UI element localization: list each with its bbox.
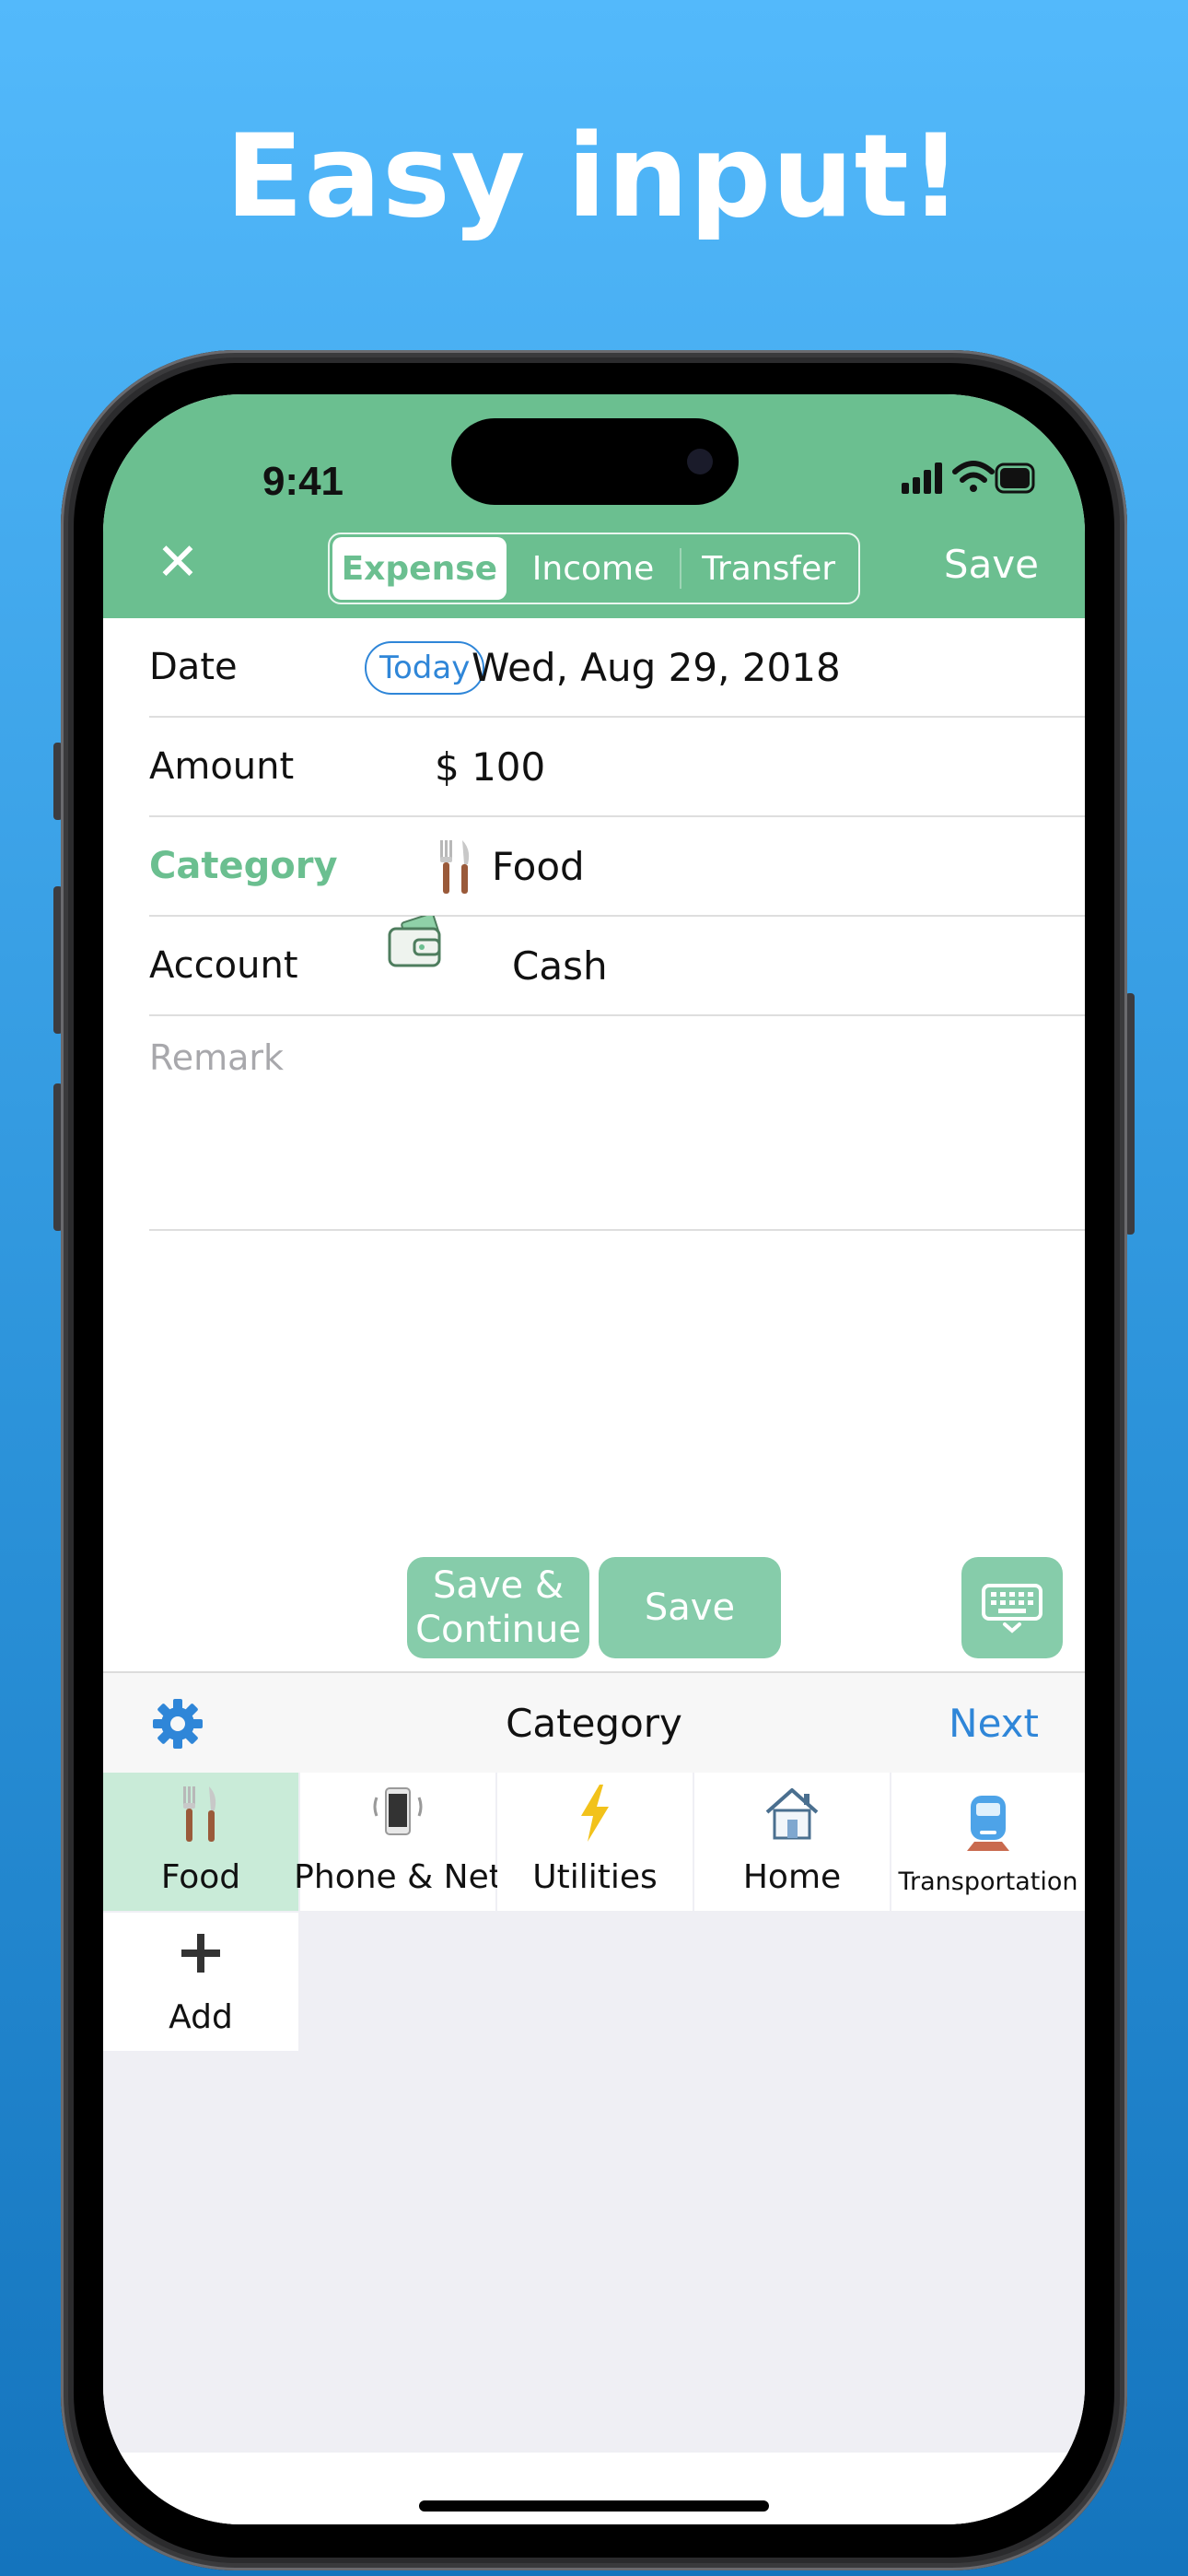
- category-value: Food: [492, 843, 585, 889]
- category-item-add[interactable]: Add: [103, 1913, 298, 2051]
- next-button[interactable]: Next: [949, 1701, 1039, 1746]
- wifi-icon: [952, 461, 995, 492]
- battery-icon: [995, 463, 1035, 494]
- date-row[interactable]: Date Today Wed, Aug 29, 2018: [149, 618, 1085, 718]
- category-item-label: Home: [742, 1858, 842, 1896]
- amount-row[interactable]: Amount $ 100: [149, 718, 1085, 817]
- category-item-label: Phone & Net: [294, 1858, 502, 1896]
- fork-knife-icon: [440, 840, 470, 894]
- category-label: Category: [149, 845, 338, 887]
- date-value[interactable]: Wed, Aug 29, 2018: [472, 645, 841, 690]
- segment-transfer[interactable]: Transfer: [681, 537, 856, 600]
- segment-expense[interactable]: Expense: [332, 537, 507, 600]
- navigation-bar: 9:41 ✕ Expense Income Transfer Save: [103, 394, 1085, 618]
- status-icons: [902, 461, 1035, 494]
- category-item-label: Utilities: [532, 1858, 658, 1896]
- headline: Easy input!: [225, 111, 963, 243]
- remark-field[interactable]: Remark: [149, 1001, 1085, 1231]
- category-panel-title: Category: [506, 1701, 682, 1746]
- category-row[interactable]: Category Food: [149, 817, 1085, 917]
- status-time: 9:41: [262, 459, 344, 504]
- segment-income[interactable]: Income: [507, 537, 681, 600]
- nav-save-button[interactable]: Save: [944, 542, 1039, 587]
- category-item-label: Food: [160, 1858, 241, 1896]
- today-button[interactable]: Today: [365, 641, 485, 695]
- category-picker-panel: Category Next Food Phone & Net Utilities…: [103, 1671, 1085, 2524]
- home-indicator-area: [103, 2453, 1085, 2524]
- home-indicator[interactable]: [419, 2500, 769, 2512]
- keyboard-icon: [982, 1584, 1042, 1633]
- account-label: Account: [149, 944, 298, 987]
- category-value-group[interactable]: Food: [435, 837, 585, 896]
- keyboard-toggle-button[interactable]: [961, 1557, 1063, 1658]
- category-item-label: Add: [169, 1998, 233, 2036]
- type-segmented-control: Expense Income Transfer: [328, 533, 860, 604]
- amount-value[interactable]: $ 100: [435, 744, 545, 790]
- account-value: Cash: [512, 943, 608, 989]
- fork-knife-icon: [183, 1786, 216, 1842]
- category-item-utilities[interactable]: Utilities: [497, 1773, 693, 1911]
- save-continue-line2: Continue: [415, 1609, 581, 1651]
- save-continue-line1: Save &: [432, 1564, 565, 1607]
- signal-icon: [902, 463, 942, 494]
- category-item-label: Transportation: [898, 1868, 1078, 1896]
- category-item-food[interactable]: Food: [103, 1773, 298, 1911]
- category-item-phone-net[interactable]: Phone & Net: [294, 1773, 502, 1911]
- train-icon: [967, 1796, 1009, 1851]
- app-screen: 9:41 ✕ Expense Income Transfer Save Date…: [103, 394, 1085, 2524]
- plus-icon: [181, 1934, 220, 1973]
- lightning-icon: [581, 1785, 609, 1842]
- category-item-transportation[interactable]: Transportation: [891, 1773, 1085, 1911]
- save-continue-button[interactable]: Save & Continue: [407, 1557, 589, 1658]
- account-value-group[interactable]: Cash: [388, 915, 608, 989]
- phone-icon: [373, 1787, 423, 1835]
- dynamic-island: [451, 418, 739, 505]
- amount-label: Amount: [149, 745, 295, 788]
- house-icon: [765, 1788, 819, 1840]
- close-icon[interactable]: ✕: [155, 537, 201, 589]
- save-button[interactable]: Save: [599, 1557, 781, 1658]
- wallet-icon: [388, 915, 441, 966]
- category-item-home[interactable]: Home: [694, 1773, 890, 1911]
- category-panel-header: Category Next: [103, 1671, 1085, 1773]
